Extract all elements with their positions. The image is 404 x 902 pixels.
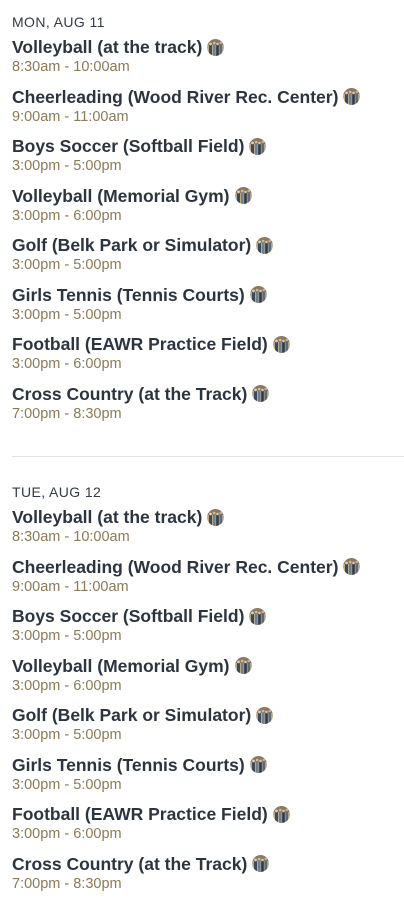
event-title[interactable]: Football (EAWR Practice Field) <box>12 803 268 825</box>
event-item[interactable]: Cross Country (at the Track) 7:00pm - 8:… <box>12 383 404 433</box>
avatar-icon <box>252 855 269 872</box>
event-item[interactable]: Golf (Belk Park or Simulator) 3:00pm - 5… <box>12 704 404 754</box>
event-item[interactable]: Volleyball (Memorial Gym) 3:00pm - 6:00p… <box>12 185 404 235</box>
event-item[interactable]: Girls Tennis (Tennis Courts) 3:00pm - 5:… <box>12 284 404 334</box>
event-item[interactable]: Cheerleading (Wood River Rec. Center) 9:… <box>12 556 404 606</box>
event-title[interactable]: Volleyball (at the track) <box>12 36 202 58</box>
event-item[interactable]: Cross Country (at the Track) 7:00pm - 8:… <box>12 853 404 902</box>
avatar-icon <box>235 657 252 674</box>
avatar-icon <box>249 138 266 155</box>
event-time: 3:00pm - 5:00pm <box>12 726 404 744</box>
event-time: 3:00pm - 5:00pm <box>12 627 404 645</box>
day-header: MON, AUG 11 <box>12 13 404 31</box>
event-time: 8:30am - 10:00am <box>12 58 404 76</box>
event-title[interactable]: Volleyball (Memorial Gym) <box>12 185 230 207</box>
event-time: 3:00pm - 6:00pm <box>12 355 404 373</box>
schedule-list: MON, AUG 11 Volleyball (at the track) 8:… <box>12 13 404 902</box>
event-title[interactable]: Volleyball (at the track) <box>12 506 202 528</box>
event-title[interactable]: Cheerleading (Wood River Rec. Center) <box>12 86 338 108</box>
event-time: 9:00am - 11:00am <box>12 578 404 596</box>
event-time: 7:00pm - 8:30pm <box>12 405 404 423</box>
event-item[interactable]: Boys Soccer (Softball Field) 3:00pm - 5:… <box>12 605 404 655</box>
avatar-icon <box>273 336 290 353</box>
event-item[interactable]: Football (EAWR Practice Field) 3:00pm - … <box>12 803 404 853</box>
event-title[interactable]: Golf (Belk Park or Simulator) <box>12 234 251 256</box>
event-title[interactable]: Football (EAWR Practice Field) <box>12 333 268 355</box>
avatar-icon <box>250 756 267 773</box>
event-title[interactable]: Golf (Belk Park or Simulator) <box>12 704 251 726</box>
event-title[interactable]: Cross Country (at the Track) <box>12 383 247 405</box>
avatar-icon <box>343 88 360 105</box>
event-time: 3:00pm - 5:00pm <box>12 776 404 794</box>
event-item[interactable]: Golf (Belk Park or Simulator) 3:00pm - 5… <box>12 234 404 284</box>
event-time: 3:00pm - 5:00pm <box>12 256 404 274</box>
avatar-icon <box>250 286 267 303</box>
event-item[interactable]: Volleyball (at the track) 8:30am - 10:00… <box>12 506 404 556</box>
event-item[interactable]: Boys Soccer (Softball Field) 3:00pm - 5:… <box>12 135 404 185</box>
day-section: TUE, AUG 12 Volleyball (at the track) 8:… <box>12 483 404 902</box>
avatar-icon <box>252 385 269 402</box>
avatar-icon <box>256 707 273 724</box>
event-title[interactable]: Volleyball (Memorial Gym) <box>12 655 230 677</box>
event-item[interactable]: Football (EAWR Practice Field) 3:00pm - … <box>12 333 404 383</box>
event-title[interactable]: Girls Tennis (Tennis Courts) <box>12 284 245 306</box>
event-item[interactable]: Girls Tennis (Tennis Courts) 3:00pm - 5:… <box>12 754 404 804</box>
event-item[interactable]: Cheerleading (Wood River Rec. Center) 9:… <box>12 86 404 136</box>
avatar-icon <box>249 608 266 625</box>
avatar-icon <box>207 509 224 526</box>
event-title[interactable]: Girls Tennis (Tennis Courts) <box>12 754 245 776</box>
event-time: 3:00pm - 5:00pm <box>12 306 404 324</box>
avatar-icon <box>273 806 290 823</box>
event-item[interactable]: Volleyball (Memorial Gym) 3:00pm - 6:00p… <box>12 655 404 705</box>
event-time: 9:00am - 11:00am <box>12 108 404 126</box>
avatar-icon <box>256 237 273 254</box>
day-divider <box>12 456 404 457</box>
event-time: 3:00pm - 6:00pm <box>12 825 404 843</box>
event-time: 8:30am - 10:00am <box>12 528 404 546</box>
event-title[interactable]: Cheerleading (Wood River Rec. Center) <box>12 556 338 578</box>
event-title[interactable]: Boys Soccer (Softball Field) <box>12 605 244 627</box>
event-time: 3:00pm - 6:00pm <box>12 677 404 695</box>
day-section: MON, AUG 11 Volleyball (at the track) 8:… <box>12 13 404 432</box>
event-title[interactable]: Boys Soccer (Softball Field) <box>12 135 244 157</box>
event-time: 3:00pm - 6:00pm <box>12 207 404 225</box>
event-item[interactable]: Volleyball (at the track) 8:30am - 10:00… <box>12 36 404 86</box>
avatar-icon <box>207 39 224 56</box>
event-time: 7:00pm - 8:30pm <box>12 875 404 893</box>
avatar-icon <box>343 558 360 575</box>
day-header: TUE, AUG 12 <box>12 483 404 501</box>
avatar-icon <box>235 187 252 204</box>
event-time: 3:00pm - 5:00pm <box>12 157 404 175</box>
event-title[interactable]: Cross Country (at the Track) <box>12 853 247 875</box>
